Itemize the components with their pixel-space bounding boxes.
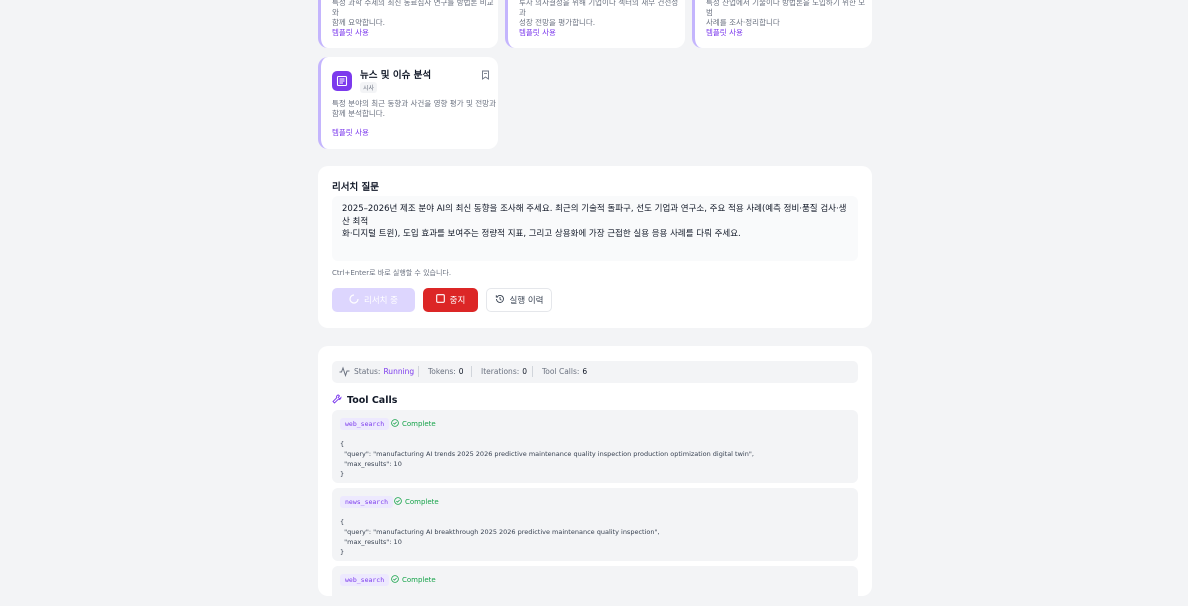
check-circle-icon [391, 419, 399, 429]
tool-status: Complete [391, 419, 436, 429]
history-button-label: 실행 이력 [509, 296, 544, 306]
stop-button-label: 중지 [449, 296, 466, 306]
tool-call-card: web_search Complete { "query": "manufact… [332, 410, 858, 483]
newspaper-icon [332, 71, 352, 91]
status-value: Running [383, 367, 415, 376]
template-card-bestpractice: 특정 산업에서 기술이나 방법론을 도입하기 위한 모범 사례를 조사·정리합니… [692, 0, 872, 48]
run-research-button[interactable]: 리서치 중 [332, 288, 415, 312]
research-query-textarea[interactable]: 2025–2026년 제조 분야 AI의 최신 동향을 조사해 주세요. 최근의… [332, 196, 858, 261]
template-card-news[interactable]: 뉴스 및 이슈 분석 시사 특정 분야의 최근 동향과 사건을 영향 평가 및 … [318, 57, 498, 149]
toolcalls-value: 6 [582, 367, 588, 376]
template-description: 특정 산업에서 기술이나 방법론을 도입하기 위한 모범 사례를 조사·정리합니… [706, 0, 866, 27]
tool-calls-heading: Tool Calls [332, 394, 397, 407]
tool-arguments: { "query": "manufacturing AI breakthroug… [340, 518, 660, 556]
status-bar: Status: Running Tokens: 0 Iterations: 0 Too… [332, 361, 858, 383]
bookmark-icon[interactable] [481, 65, 490, 84]
status-field: Status: Running [354, 367, 415, 376]
check-circle-icon [391, 575, 399, 585]
template-description: 투자 의사결정을 위해 기업이나 섹터의 재무 건전성과 성장 전망을 평가합니… [519, 0, 679, 27]
run-history-button[interactable]: 실행 이력 [486, 288, 552, 312]
run-button-label: 리서치 중 [364, 296, 398, 306]
tool-name-badge: news_search [340, 496, 394, 508]
activity-icon [339, 366, 350, 379]
tokens-field: Tokens: 0 [428, 367, 464, 376]
section-title: 리서치 질문 [332, 182, 380, 193]
wrench-icon [332, 394, 342, 407]
tokens-value: 0 [458, 367, 464, 376]
spinner-icon [349, 293, 359, 307]
tool-status: Complete [391, 575, 436, 585]
template-category-badge: 시사 [360, 82, 378, 93]
template-title: 뉴스 및 이슈 분석 [360, 70, 432, 81]
history-icon [495, 294, 505, 307]
tool-name-badge: web_search [340, 418, 390, 430]
iterations-field: Iterations: 0 [481, 367, 528, 376]
stop-icon [435, 294, 445, 306]
check-circle-icon [394, 497, 402, 507]
tool-call-card: news_search Complete { "query": "manufac… [332, 488, 858, 561]
use-template-link[interactable]: 템플릿 사용 [332, 27, 369, 38]
use-template-link[interactable]: 템플릿 사용 [519, 27, 556, 38]
tool-arguments: { "query": "manufacturing AI trends 2025… [340, 440, 754, 478]
tool-name-badge: web_search [340, 574, 390, 586]
iterations-value: 0 [522, 367, 528, 376]
template-card-science: 특정 과학 주제의 최신 동료심사 연구를 방법론 비교와 함께 요약합니다. … [318, 0, 498, 48]
use-template-link[interactable]: 템플릿 사용 [332, 127, 369, 138]
template-description: 특정 분야의 최근 동향과 사건을 영향 평가 및 전망과 함께 분석합니다. [332, 99, 496, 118]
execution-panel: Status: Running Tokens: 0 Iterations: 0 Too… [318, 346, 872, 606]
stop-button[interactable]: 중지 [423, 288, 478, 312]
template-card-finance: 투자 의사결정을 위해 기업이나 섹터의 재무 건전성과 성장 전망을 평가합니… [505, 0, 685, 48]
tool-status: Complete [394, 497, 439, 507]
keyboard-hint: Ctrl+Enter로 바로 실행할 수 있습니다. [332, 269, 452, 277]
use-template-link[interactable]: 템플릿 사용 [706, 27, 743, 38]
template-description: 특정 과학 주제의 최신 동료심사 연구를 방법론 비교와 함께 요약합니다. [332, 0, 494, 27]
tool-call-card: web_search Complete [332, 566, 858, 606]
research-question-panel: 리서치 질문 2025–2026년 제조 분야 AI의 최신 동향을 조사해 주… [318, 166, 872, 328]
toolcalls-field: Tool Calls: 6 [542, 367, 588, 376]
